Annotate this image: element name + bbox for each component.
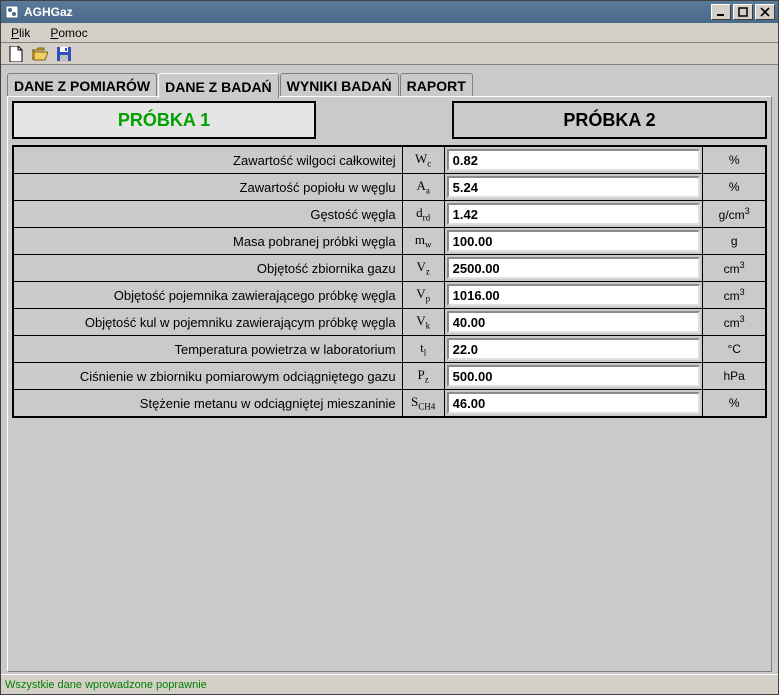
menu-bar: Plik Pomoc [1, 23, 778, 43]
status-text: Wszystkie dane wprowadzone poprawnie [5, 679, 207, 691]
app-icon [4, 4, 20, 20]
row-label: Ciśnienie w zbiorniku pomiarowym odciągn… [13, 363, 402, 390]
value-input[interactable] [447, 338, 701, 360]
row-symbol: mw [402, 228, 444, 255]
close-button[interactable] [755, 4, 775, 20]
row-symbol: Pz [402, 363, 444, 390]
window-buttons [711, 4, 775, 20]
row-label: Zawartość wilgoci całkowitej [13, 146, 402, 174]
row-unit: % [703, 174, 766, 201]
menu-help[interactable]: Pomoc [46, 24, 91, 42]
value-input[interactable] [447, 176, 701, 198]
sample-1-button[interactable]: PRÓBKA 1 [12, 101, 316, 139]
content-area: DANE Z POMIARÓW DANE Z BADAŃ WYNIKI BADA… [1, 65, 778, 674]
row-input-cell [444, 309, 703, 336]
row-label: Gęstość węgla [13, 201, 402, 228]
row-unit: cm3 [703, 282, 766, 309]
app-window: AGHGaz Plik Pomoc DANE Z POMIARÓW DANE Z… [0, 0, 779, 695]
row-symbol: tl [402, 336, 444, 363]
window-title: AGHGaz [24, 5, 711, 19]
row-symbol: Vk [402, 309, 444, 336]
row-unit: cm3 [703, 255, 766, 282]
row-unit: % [703, 146, 766, 174]
new-icon[interactable] [7, 45, 25, 63]
table-row: Objętość zbiornika gazuVz cm3 [13, 255, 766, 282]
row-label: Temperatura powietrza w laboratorium [13, 336, 402, 363]
row-input-cell [444, 146, 703, 174]
tab-wyniki[interactable]: WYNIKI BADAŃ [280, 73, 399, 97]
value-input[interactable] [447, 365, 701, 387]
data-form-table: Zawartość wilgoci całkowitejWc%Zawartość… [12, 145, 767, 418]
row-input-cell [444, 390, 703, 418]
row-input-cell [444, 363, 703, 390]
row-unit: °C [703, 336, 766, 363]
title-bar: AGHGaz [1, 1, 778, 23]
row-label: Objętość pojemnika zawierającego próbkę … [13, 282, 402, 309]
tab-pomiarow[interactable]: DANE Z POMIARÓW [7, 73, 157, 97]
row-input-cell [444, 174, 703, 201]
table-row: Objętość pojemnika zawierającego próbkę … [13, 282, 766, 309]
table-row: Zawartość wilgoci całkowitejWc% [13, 146, 766, 174]
row-unit: cm3 [703, 309, 766, 336]
row-label: Zawartość popiołu w węglu [13, 174, 402, 201]
value-input[interactable] [447, 311, 701, 333]
value-input[interactable] [447, 230, 701, 252]
row-symbol: Wc [402, 146, 444, 174]
row-label: Stężenie metanu w odciągniętej mieszanin… [13, 390, 402, 418]
value-input[interactable] [447, 284, 701, 306]
table-row: Temperatura powietrza w laboratoriumtl °C [13, 336, 766, 363]
row-symbol: Aa [402, 174, 444, 201]
value-input[interactable] [447, 257, 701, 279]
table-row: Objętość kul w pojemniku zawierającym pr… [13, 309, 766, 336]
table-row: Masa pobranej próbki węglamw g [13, 228, 766, 255]
sample-selector: PRÓBKA 1 PRÓBKA 2 [12, 101, 767, 139]
tab-strip: DANE Z POMIARÓW DANE Z BADAŃ WYNIKI BADA… [7, 71, 772, 96]
row-input-cell [444, 201, 703, 228]
row-symbol: Vp [402, 282, 444, 309]
status-bar: Wszystkie dane wprowadzone poprawnie [1, 674, 778, 694]
maximize-button[interactable] [733, 4, 753, 20]
row-label: Objętość kul w pojemniku zawierającym pr… [13, 309, 402, 336]
table-row: Ciśnienie w zbiorniku pomiarowym odciągn… [13, 363, 766, 390]
table-row: Stężenie metanu w odciągniętej mieszanin… [13, 390, 766, 418]
row-input-cell [444, 255, 703, 282]
row-input-cell [444, 228, 703, 255]
row-unit: % [703, 390, 766, 418]
row-symbol: SCH4 [402, 390, 444, 418]
row-label: Masa pobranej próbki węgla [13, 228, 402, 255]
tab-badan[interactable]: DANE Z BADAŃ [158, 73, 279, 98]
value-input[interactable] [447, 392, 701, 414]
value-input[interactable] [447, 149, 701, 171]
open-icon[interactable] [31, 45, 49, 63]
row-unit: g/cm3 [703, 201, 766, 228]
row-label: Objętość zbiornika gazu [13, 255, 402, 282]
table-row: Zawartość popiołu w węgluAa% [13, 174, 766, 201]
save-icon[interactable] [55, 45, 73, 63]
table-row: Gęstość węgladrd g/cm3 [13, 201, 766, 228]
row-unit: hPa [703, 363, 766, 390]
tab-raport[interactable]: RAPORT [400, 73, 473, 97]
row-symbol: drd [402, 201, 444, 228]
row-symbol: Vz [402, 255, 444, 282]
menu-file[interactable]: Plik [7, 24, 34, 42]
tab-panel: PRÓBKA 1 PRÓBKA 2 Zawartość wilgoci całk… [7, 96, 772, 672]
toolbar [1, 43, 778, 65]
row-input-cell [444, 336, 703, 363]
value-input[interactable] [447, 203, 701, 225]
minimize-button[interactable] [711, 4, 731, 20]
row-input-cell [444, 282, 703, 309]
row-unit: g [703, 228, 766, 255]
sample-2-button[interactable]: PRÓBKA 2 [452, 101, 767, 139]
